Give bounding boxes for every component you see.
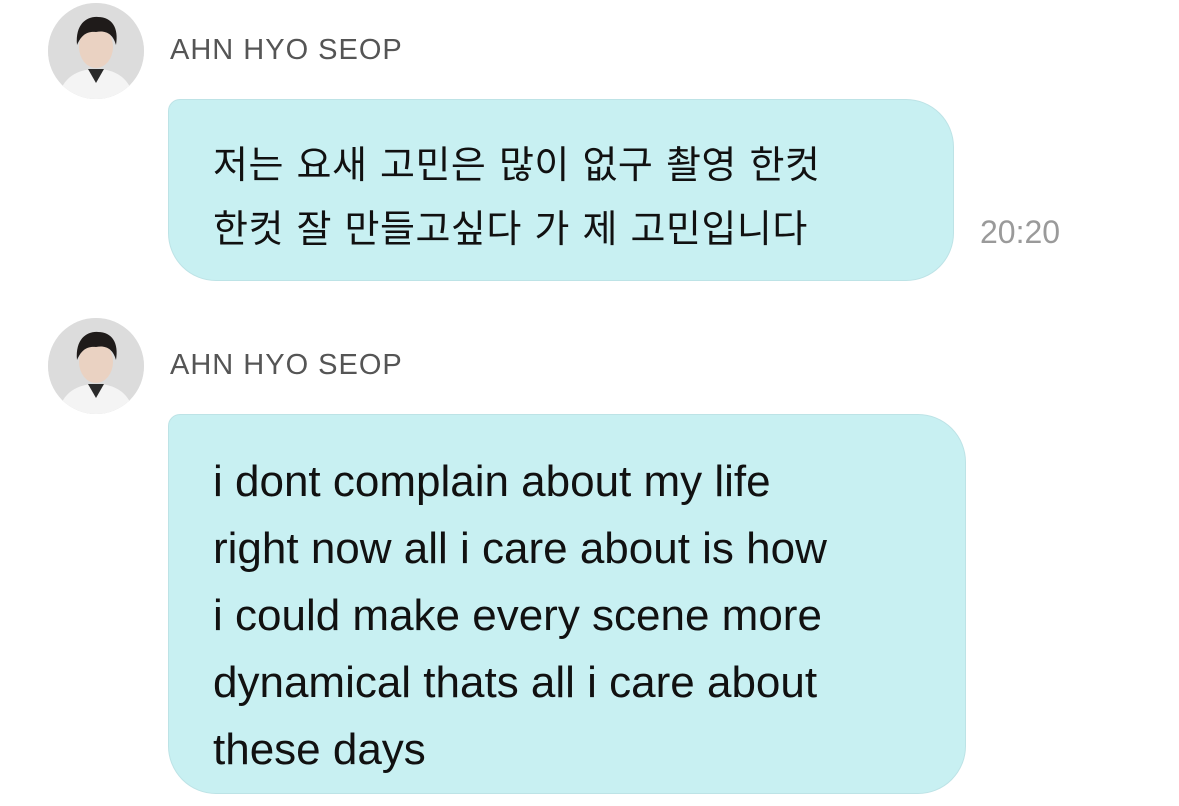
profile-photo-icon [48,3,144,99]
message-bubble[interactable]: i dont complain about my life right now … [168,414,966,794]
avatar[interactable] [48,3,144,99]
message-bubble[interactable]: 저는 요새 고민은 많이 없구 촬영 한컷 한컷 잘 만들고싶다 가 제 고민입… [168,99,954,281]
profile-photo-icon [48,318,144,414]
message-text: i dont complain about my life right now … [213,457,827,774]
avatar[interactable] [48,318,144,414]
message-text: 저는 요새 고민은 많이 없구 촬영 한컷 한컷 잘 만들고싶다 가 제 고민입… [213,143,821,251]
sender-name: AHN HYO SEOP [170,349,403,381]
message-timestamp: 20:20 [980,214,1061,250]
chat-view: AHN HYO SEOP 저는 요새 고민은 많이 없구 촬영 한컷 한컷 잘 … [0,0,1179,806]
sender-name: AHN HYO SEOP [170,34,403,66]
